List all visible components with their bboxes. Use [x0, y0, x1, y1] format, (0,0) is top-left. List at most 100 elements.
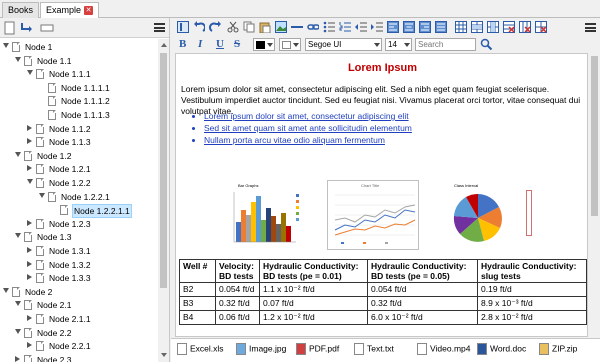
- table-cell[interactable]: 0.054 ft/d: [215, 282, 260, 297]
- collapsed-arrow-icon[interactable]: [27, 124, 32, 131]
- table-cell[interactable]: 2.8 x 10⁻² ft/d: [477, 310, 587, 325]
- italic-button[interactable]: I: [198, 38, 202, 50]
- expanded-arrow-icon[interactable]: [27, 179, 33, 184]
- collapsed-arrow-icon[interactable]: [27, 315, 32, 321]
- scroll-up-icon[interactable]: [161, 43, 167, 47]
- line-chart-image[interactable]: Chart Title: [327, 180, 419, 250]
- table-cell[interactable]: 1.2 x 10⁻² ft/d: [259, 310, 368, 325]
- expanded-arrow-icon[interactable]: [27, 70, 33, 76]
- font-size-select[interactable]: 14: [385, 38, 412, 51]
- expanded-arrow-icon[interactable]: [15, 233, 21, 239]
- tree-node[interactable]: Node 1.1.1.1: [0, 82, 158, 96]
- link-item[interactable]: Sed sit amet quam sit amet ante sollicit…: [204, 122, 412, 134]
- search-icon[interactable]: [480, 38, 493, 51]
- collapsed-arrow-icon[interactable]: [27, 247, 32, 253]
- table-cell[interactable]: B3: [179, 296, 216, 311]
- delete-column-icon[interactable]: [519, 21, 531, 33]
- tree-node[interactable]: Node 1.3.3: [0, 272, 158, 286]
- editor-menu-icon[interactable]: [585, 23, 596, 32]
- tree-node[interactable]: Node 1.3.1: [0, 245, 158, 259]
- tree-node[interactable]: Node 1.1: [0, 55, 158, 69]
- document-scrollbar[interactable]: [589, 53, 600, 337]
- tree-node[interactable]: Node 1.2.2.1: [0, 191, 158, 205]
- collapsed-arrow-icon[interactable]: [27, 260, 32, 267]
- expanded-arrow-icon[interactable]: [39, 192, 45, 198]
- tree-node[interactable]: Node 1.3: [0, 231, 158, 245]
- attachment-excel[interactable]: Excel.xls: [177, 343, 224, 355]
- outdent-icon[interactable]: [355, 21, 367, 33]
- delete-row-icon[interactable]: [503, 21, 515, 33]
- new-node-icon[interactable]: [4, 21, 16, 35]
- indent-icon[interactable]: [20, 21, 34, 35]
- link-item[interactable]: Lorem ipsum dolor sit amet, consectetur …: [204, 110, 412, 122]
- table-cell[interactable]: 0.32 ft/d: [367, 296, 478, 311]
- table-cell[interactable]: 8.9 x 10⁻³ ft/d: [477, 296, 587, 311]
- tree-node[interactable]: Node 1.2.2: [0, 177, 158, 191]
- close-tab-icon[interactable]: ✕: [84, 6, 94, 16]
- cut-icon[interactable]: [227, 21, 239, 33]
- expanded-arrow-icon[interactable]: [15, 301, 21, 307]
- scroll-down-icon[interactable]: [161, 353, 167, 357]
- tree-scrollbar[interactable]: [158, 39, 169, 362]
- align-center-icon[interactable]: [403, 21, 415, 33]
- collapsed-arrow-icon[interactable]: [27, 165, 32, 172]
- tree-node[interactable]: Node 1.1.3: [0, 136, 158, 150]
- attachment-zip[interactable]: ZIP.zip: [539, 343, 577, 355]
- document-area[interactable]: Lorem Ipsum Lorem ipsum dolor sit amet, …: [175, 53, 588, 337]
- tree-node[interactable]: Node 1.1.2: [0, 123, 158, 137]
- expanded-arrow-icon[interactable]: [15, 151, 21, 157]
- tree-menu-icon[interactable]: [154, 23, 165, 32]
- attachment-word[interactable]: Word.doc: [477, 343, 526, 355]
- expanded-arrow-icon[interactable]: [15, 328, 21, 334]
- numbered-list-icon[interactable]: [339, 21, 351, 33]
- link-item[interactable]: Nullam porta arcu vitae odio aliquam fer…: [204, 134, 412, 146]
- strikethrough-button[interactable]: S: [234, 38, 240, 50]
- table-cell[interactable]: 6.0 x 10⁻² ft/d: [367, 310, 478, 325]
- tree-node[interactable]: Node 1.1.1: [0, 68, 158, 82]
- table-cell[interactable]: 1.1 x 10⁻² ft/d: [259, 282, 368, 297]
- tree-node[interactable]: Node 1.1.1.3: [0, 109, 158, 123]
- table-cell[interactable]: B4: [179, 310, 216, 325]
- attachment-video[interactable]: Video.mp4: [417, 343, 470, 355]
- table-cell[interactable]: 0.19 ft/d: [477, 282, 587, 297]
- expanded-arrow-icon[interactable]: [3, 43, 9, 48]
- font-family-select[interactable]: Segoe UI: [305, 38, 382, 51]
- tree-node[interactable]: Node 1.2.3: [0, 218, 158, 232]
- expanded-arrow-icon[interactable]: [3, 287, 9, 293]
- tab-example[interactable]: Example ✕: [40, 2, 100, 18]
- bullet-list-icon[interactable]: [323, 21, 335, 33]
- tree-node[interactable]: Node 2.3: [0, 354, 158, 362]
- insert-column-icon[interactable]: [487, 21, 499, 33]
- bar-chart-image[interactable]: Bar Graphs: [228, 180, 310, 250]
- table-cell[interactable]: 0.054 ft/d: [367, 282, 478, 297]
- tree-scroll-thumb[interactable]: [160, 53, 167, 288]
- pie-chart-image[interactable]: Class Interval: [448, 180, 528, 250]
- attachment-image[interactable]: Image.jpg: [236, 343, 286, 355]
- insert-image-icon[interactable]: [275, 21, 287, 33]
- justify-icon[interactable]: [435, 21, 447, 33]
- bold-button[interactable]: B: [179, 38, 186, 50]
- search-input[interactable]: [415, 38, 476, 51]
- rename-icon[interactable]: [40, 21, 54, 35]
- text-color-picker[interactable]: [253, 38, 275, 51]
- table-cell[interactable]: 0.06 ft/d: [215, 310, 260, 325]
- attachment-pdf[interactable]: PDF.pdf: [296, 343, 339, 355]
- collapsed-arrow-icon[interactable]: [15, 355, 20, 362]
- collapsed-arrow-icon[interactable]: [27, 342, 32, 349]
- underline-button[interactable]: U: [216, 38, 224, 50]
- table-cell[interactable]: B2: [179, 282, 216, 297]
- copy-icon[interactable]: [243, 21, 255, 33]
- tree-node[interactable]: Node 2.2.1: [0, 340, 158, 354]
- tree-node[interactable]: Node 1.1.1.2: [0, 95, 158, 109]
- expanded-arrow-icon[interactable]: [15, 56, 21, 62]
- table-cell[interactable]: 0.32 ft/d: [215, 296, 260, 311]
- insert-table-icon[interactable]: [455, 21, 467, 33]
- collapsed-arrow-icon[interactable]: [27, 219, 32, 226]
- align-right-icon[interactable]: [419, 21, 431, 33]
- tree-node[interactable]: Node 1.2: [0, 150, 158, 164]
- indent-text-icon[interactable]: [371, 21, 383, 33]
- collapsed-arrow-icon[interactable]: [27, 274, 32, 281]
- tree-node[interactable]: Node 1.3.2: [0, 259, 158, 273]
- tree-node[interactable]: Node 2.2: [0, 327, 158, 341]
- tree-node[interactable]: Node 1.2.1: [0, 163, 158, 177]
